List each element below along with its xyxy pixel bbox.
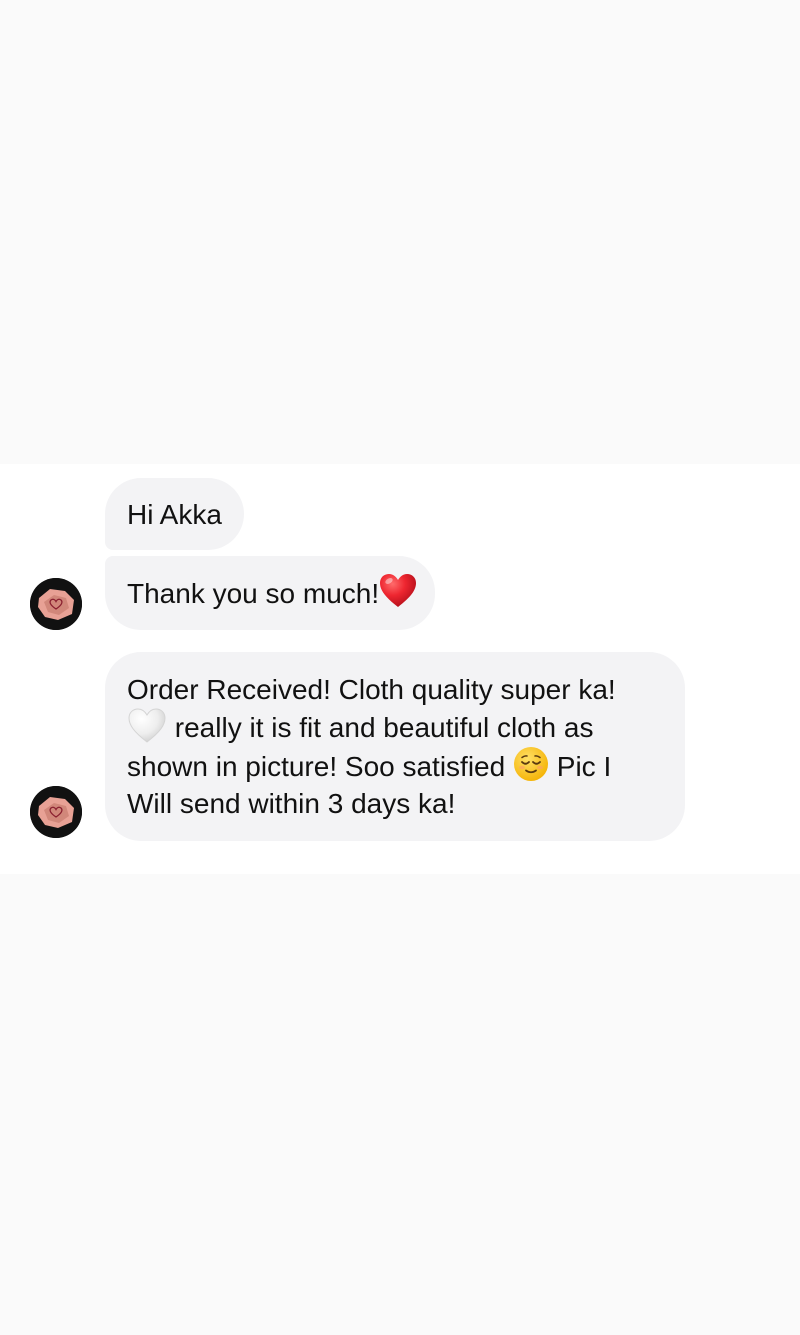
message-bubble-2[interactable]: Thank you so much! (105, 556, 436, 630)
message-bubble-1[interactable]: Hi Akka (105, 478, 244, 550)
blank-top-area (0, 0, 800, 464)
contact-avatar[interactable] (30, 786, 82, 838)
message-text: Thank you so much! (127, 578, 380, 609)
red-heart-icon (379, 574, 417, 609)
message-bubble-3[interactable]: Order Received! Cloth quality super ka! … (105, 652, 685, 841)
relieved-face-icon (513, 747, 549, 782)
white-heart-icon (127, 708, 167, 743)
blank-bottom-area (0, 874, 800, 1335)
message-text: Hi Akka (127, 499, 222, 530)
contact-avatar[interactable] (30, 578, 82, 630)
message-text: Order Received! Cloth quality super ka! (127, 674, 616, 705)
